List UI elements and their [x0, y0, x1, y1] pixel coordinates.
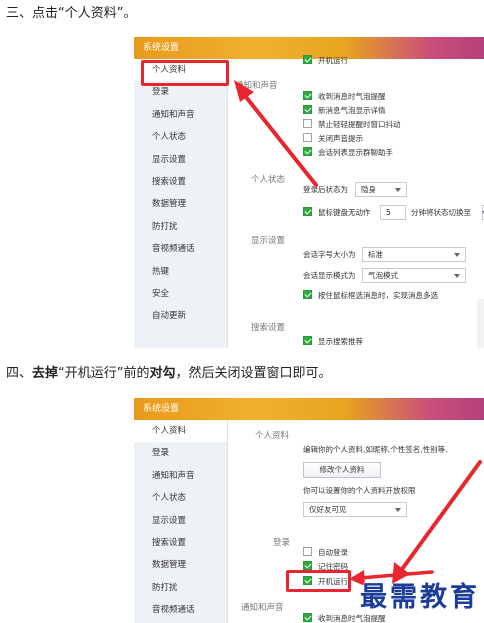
sidebar-item-notifications[interactable]: 通知和声音: [134, 104, 227, 126]
checkbox-icon[interactable]: [303, 561, 312, 570]
profile-description: 编辑你的个人资料,如昵称,个性签名,性别等.: [303, 445, 448, 454]
sidebar-item-notifications[interactable]: 通知和声音: [134, 465, 227, 487]
display-mode-select[interactable]: 气泡模式: [362, 268, 466, 283]
remember-password-row[interactable]: 记住密码: [303, 561, 348, 573]
sidebar-item-login[interactable]: 登录: [134, 442, 227, 464]
idle-row[interactable]: 鼠标键盘无动作: [303, 207, 371, 219]
checkbox-icon[interactable]: [303, 119, 312, 128]
scrollbar[interactable]: [477, 299, 484, 348]
step-4-instruction: 四、去掉“开机运行”前的对勾，然后关闭设置窗口即可。: [6, 366, 332, 381]
sidebar-item-updates[interactable]: 自动更新: [134, 305, 227, 327]
auto-login-row[interactable]: 自动登录: [303, 547, 348, 559]
sidebar-item-status[interactable]: 个人状态: [134, 126, 227, 148]
sidebar-item-hotkeys[interactable]: 热键: [134, 261, 227, 283]
section-search: 搜索设置: [251, 323, 286, 333]
sidebar-item-status[interactable]: 个人状态: [134, 487, 227, 509]
section-notifications: 通知和声音: [235, 81, 278, 91]
checkbox-icon[interactable]: [303, 547, 312, 556]
checkbox-icon[interactable]: [303, 576, 312, 585]
sidebar-item-display[interactable]: 显示设置: [134, 149, 227, 171]
login-status-select[interactable]: 隐身: [355, 182, 407, 197]
multi-select-row[interactable]: 按住鼠标框选消息时，实现消息多选: [303, 290, 438, 302]
sidebar-item-data[interactable]: 数据管理: [134, 554, 227, 576]
window-title: 系统设置: [134, 398, 484, 420]
watermark-text: 最需教育: [360, 582, 480, 613]
checkbox-icon[interactable]: [303, 133, 312, 142]
idle-suffix-label: 分钟将状态切换至: [411, 208, 471, 217]
notify-item-row[interactable]: 会话列表显示群聊助手: [303, 147, 393, 159]
checkbox-icon[interactable]: [303, 91, 312, 100]
section-notifications: 通知和声音: [241, 603, 284, 613]
section-login: 登录: [273, 538, 291, 548]
sidebar-item-data[interactable]: 数据管理: [134, 193, 227, 215]
font-size-label: 会话字号大小为: [303, 250, 356, 259]
section-status: 个人状态: [251, 175, 286, 185]
checkbox-icon[interactable]: [303, 55, 312, 64]
sidebar-item-profile[interactable]: 个人资料: [134, 59, 227, 82]
sidebar-item-security[interactable]: 安全: [134, 283, 227, 305]
sidebar-item-search[interactable]: 搜索设置: [134, 532, 227, 554]
edit-profile-button[interactable]: 修改个人资料: [303, 462, 381, 478]
sidebar-item-av-call[interactable]: 音视频通话: [134, 238, 227, 260]
notify-item-row[interactable]: 新消息气泡显示详情: [303, 105, 386, 117]
idle-minutes-input[interactable]: 5: [380, 205, 406, 220]
privacy-description: 你可以设置你的个人资料开放权限: [303, 486, 416, 495]
checkbox-icon[interactable]: [303, 336, 312, 345]
sidebar-item-dnd[interactable]: 防打扰: [134, 216, 227, 238]
sidebar-item-display[interactable]: 显示设置: [134, 510, 227, 532]
settings-sidebar: 个人资料 登录 通知和声音 个人状态 显示设置 搜索设置 数据管理 防打扰 音视…: [134, 59, 228, 348]
checkbox-icon[interactable]: [303, 105, 312, 114]
checkbox-icon[interactable]: [303, 147, 312, 156]
checkbox-icon[interactable]: [303, 290, 312, 299]
sidebar-item-av-call[interactable]: 音视频通话: [134, 599, 227, 621]
section-profile: 个人资料: [255, 431, 290, 441]
settings-content: 开机运行 通知和声音 收到消息时气泡提醒 新消息气泡显示详情 禁止轻轻提醒时窗口…: [229, 55, 484, 348]
privacy-select[interactable]: 仅好友可见: [303, 502, 407, 517]
settings-screenshot-1: 系统设置 个人资料 登录 通知和声音 个人状态 显示设置 搜索设置 数据管理 防…: [134, 37, 484, 348]
settings-sidebar: 个人资料 登录 通知和声音 个人状态 显示设置 搜索设置 数据管理 防打扰 音视…: [134, 420, 228, 623]
login-status-label: 登录后状态为: [303, 185, 348, 194]
startup-checkbox-row[interactable]: 开机运行: [303, 55, 348, 67]
display-mode-label: 会话显示模式为: [303, 271, 356, 280]
sidebar-item-profile[interactable]: 个人资料: [134, 420, 227, 443]
notify-item-row[interactable]: 收到消息时气泡提醒: [303, 91, 386, 103]
notify-bubble-row[interactable]: 收到消息时气泡提醒: [303, 613, 386, 623]
section-display: 显示设置: [251, 236, 286, 246]
checkbox-icon[interactable]: [303, 207, 312, 216]
notify-item-row[interactable]: 禁止轻轻提醒时窗口抖动: [303, 119, 401, 131]
sidebar-item-dnd[interactable]: 防打扰: [134, 577, 227, 599]
sidebar-item-search[interactable]: 搜索设置: [134, 171, 227, 193]
checkbox-icon[interactable]: [303, 613, 312, 622]
notify-item-row[interactable]: 关闭声音提示: [303, 133, 363, 145]
startup-run-row[interactable]: 开机运行: [303, 576, 348, 588]
step-3-instruction: 三、点击“个人资料”。: [6, 6, 137, 21]
search-recommend-row[interactable]: 显示搜索推荐: [303, 336, 363, 348]
sidebar-item-login[interactable]: 登录: [134, 81, 227, 103]
font-size-select[interactable]: 标准: [362, 247, 466, 262]
